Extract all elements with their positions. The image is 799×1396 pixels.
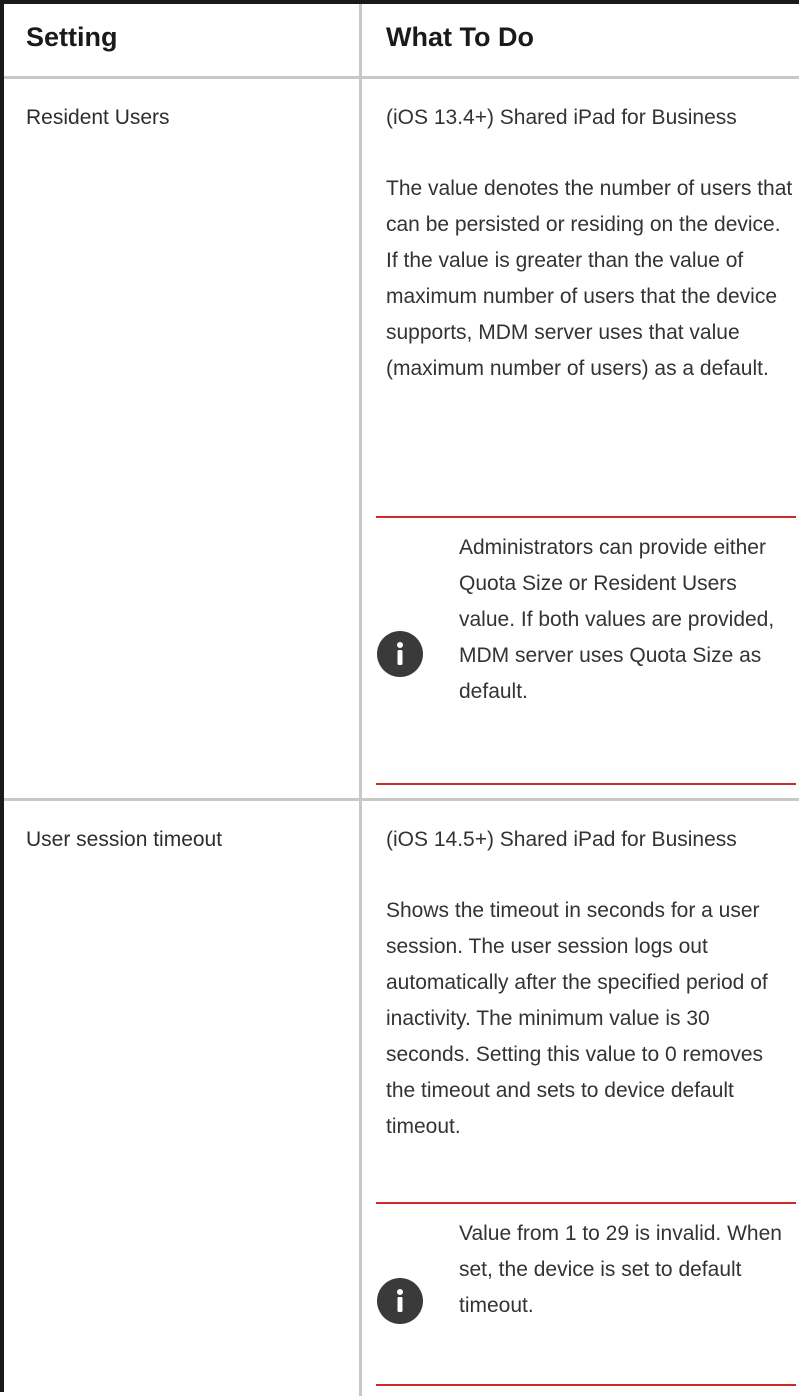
- note-top-rule: [376, 1202, 796, 1204]
- setting-name-user-session-timeout: User session timeout: [26, 828, 223, 851]
- header-divider: [4, 76, 799, 79]
- row-divider: [4, 798, 799, 801]
- info-icon: [377, 631, 423, 677]
- note-text: Value from 1 to 29 is invalid. When set,…: [459, 1222, 782, 1317]
- note-bottom-rule: [376, 783, 796, 785]
- note-bottom-rule: [376, 1384, 796, 1386]
- note-top-rule: [376, 516, 796, 518]
- column-divider: [359, 4, 362, 1396]
- header-what-to-do: What To Do: [386, 22, 534, 52]
- platform-text: (iOS 13.4+) Shared iPad for Business: [386, 106, 737, 129]
- settings-table: Setting What To Do Resident Users (iOS 1…: [0, 0, 799, 1396]
- setting-name-resident-users: Resident Users: [26, 106, 170, 129]
- description-text: The value denotes the number of users th…: [386, 177, 793, 380]
- platform-text: (iOS 14.5+) Shared iPad for Business: [386, 828, 737, 851]
- note-text: Administrators can provide either Quota …: [459, 536, 775, 703]
- info-icon: [377, 1278, 423, 1324]
- header-setting: Setting: [26, 22, 118, 52]
- description-text: Shows the timeout in seconds for a user …: [386, 899, 768, 1138]
